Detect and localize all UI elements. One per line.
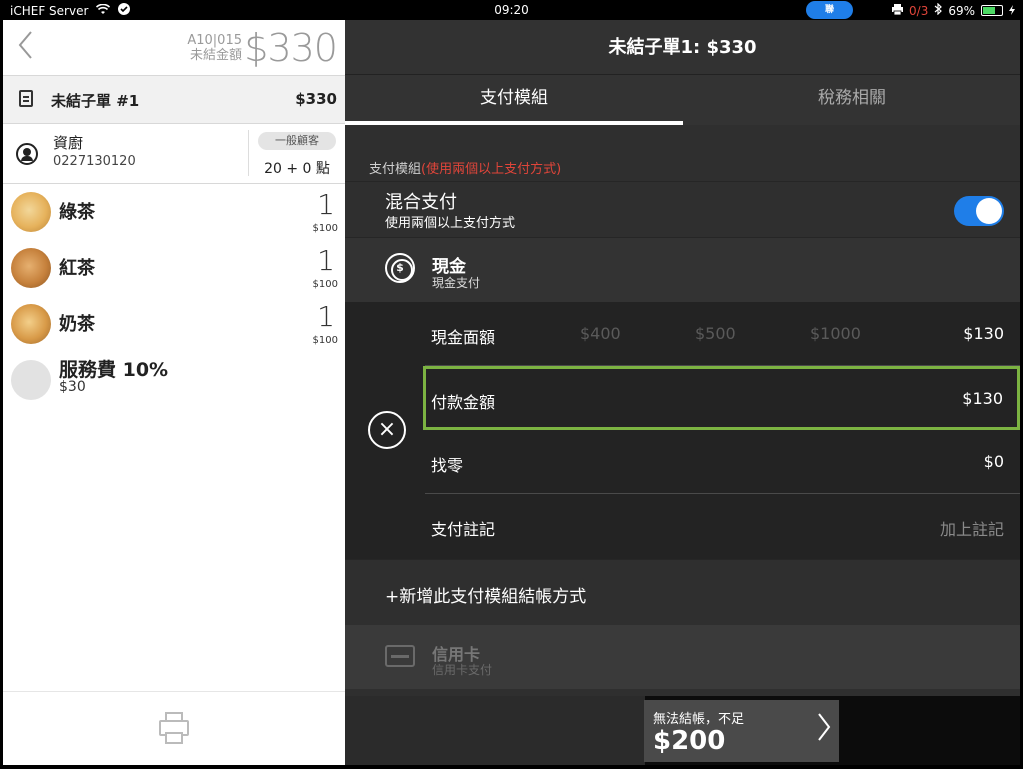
customer-name: 資廚 — [53, 134, 84, 152]
denomination-option[interactable]: $500 — [695, 324, 810, 343]
item-thumbnail — [11, 304, 51, 344]
item-price: $100 — [312, 223, 338, 234]
denomination-options: $400 $500 $1000 — [580, 324, 925, 343]
unpaid-label: 未結金額 — [189, 48, 242, 63]
payment-title: 未結子單1: $330 — [345, 20, 1020, 75]
add-payment-method-button[interactable]: +新增此支付模組結帳方式 — [345, 559, 1020, 625]
status-bar: iCHEF Server 09:20 聯 0/3 69% — [0, 0, 1023, 20]
back-chevron-icon[interactable] — [17, 30, 33, 68]
cash-coin-glyph: $ — [396, 261, 404, 274]
item-qty: 1 — [317, 244, 335, 277]
cash-details: 現金面額 $400 $500 $1000 $130 付款金額 $130 × 找零… — [345, 302, 1020, 559]
cash-method-header[interactable]: $ 現金 現金支付 — [345, 238, 1020, 302]
pay-amount-label: 付款金額 — [431, 393, 496, 412]
battery-icon — [981, 5, 1003, 16]
clock: 09:20 — [494, 3, 529, 17]
payment-panel: 未結子單1: $330 支付模組 稅務相關 支付模組(使用兩個以上支付方式) 混… — [345, 20, 1020, 765]
item-thumbnail — [11, 248, 51, 288]
credit-card-subtitle: 信用卡支付 — [432, 663, 493, 677]
mixed-payment-toggle[interactable] — [954, 196, 1004, 226]
bluetooth-icon — [934, 2, 943, 18]
item-name: 奶茶 — [59, 314, 95, 335]
cash-coin-icon: $ — [385, 253, 415, 283]
list-item[interactable]: 綠茶 1 $100 — [3, 184, 345, 240]
cash-subtitle: 現金支付 — [432, 276, 481, 290]
sub-bill-amount: $330 — [295, 90, 337, 108]
printer-count: 0/3 — [909, 3, 929, 18]
item-thumbnail — [11, 192, 51, 232]
tab-tax[interactable]: 稅務相關 — [683, 75, 1021, 125]
connection-pill[interactable]: 聯 — [806, 1, 853, 19]
list-item[interactable]: 奶茶 1 $100 — [3, 296, 345, 352]
battery-percent: 69% — [948, 3, 975, 18]
mixed-payment-row: 混合支付 使用兩個以上支付方式 — [345, 181, 1020, 238]
remove-cash-icon[interactable]: × — [368, 411, 406, 449]
denomination-value[interactable]: $130 — [963, 324, 1004, 343]
service-fee-amount: $30 — [59, 379, 86, 395]
order-footer — [3, 691, 345, 765]
order-panel: A10|015 未結金額 $330 未結子單 #1 $330 資廚 022713… — [3, 20, 345, 765]
customer-avatar-icon — [16, 143, 38, 165]
item-price: $100 — [312, 335, 338, 346]
section-title: 支付模組 — [369, 162, 422, 177]
change-label: 找零 — [431, 456, 464, 475]
customer-row[interactable]: 資廚 0227130120 一般顧客 20 + 0 點 — [3, 124, 345, 184]
mixed-payment-title: 混合支付 — [385, 192, 457, 213]
item-price: $100 — [312, 279, 338, 290]
pay-amount-value[interactable]: $130 — [962, 389, 1003, 408]
credit-card-method[interactable]: 信用卡 信用卡支付 — [345, 625, 1020, 689]
payment-tabs: 支付模組 稅務相關 — [345, 75, 1020, 125]
divider — [248, 130, 249, 176]
printer-icon[interactable] — [159, 712, 189, 744]
service-fee-thumbnail — [11, 360, 51, 400]
checkout-button[interactable]: 無法結帳，不足 $200 — [644, 700, 839, 762]
table-number: A10|015 — [187, 33, 242, 48]
item-name: 綠茶 — [59, 202, 95, 223]
mixed-payment-subtitle: 使用兩個以上支付方式 — [385, 216, 516, 231]
add-payment-method-label: +新增此支付模組結帳方式 — [385, 587, 587, 607]
item-qty: 1 — [317, 300, 335, 333]
tab-payment-module[interactable]: 支付模組 — [345, 75, 683, 125]
denomination-option[interactable]: $400 — [580, 324, 695, 343]
item-qty: 1 — [317, 188, 335, 221]
order-header: A10|015 未結金額 $330 — [3, 20, 345, 76]
table-info: A10|015 未結金額 — [176, 33, 242, 63]
section-warning: (使用兩個以上支付方式) — [421, 162, 562, 177]
sub-bill-title: 未結子單 #1 — [51, 92, 140, 110]
app-root: iCHEF Server 09:20 聯 0/3 69% A10|015 未結金… — [0, 0, 1023, 769]
pay-amount-field[interactable]: 付款金額 $130 — [423, 366, 1020, 430]
charging-icon — [1009, 4, 1015, 18]
change-row: 找零 $0 — [425, 430, 1020, 494]
payment-footer: 無法結帳，不足 $200 — [345, 696, 1020, 765]
service-fee-name: 服務費 10% — [59, 359, 169, 381]
denomination-option[interactable]: $1000 — [810, 324, 925, 343]
change-value: $0 — [983, 452, 1004, 471]
list-item[interactable]: 紅茶 1 $100 — [3, 240, 345, 296]
printer-status-icon — [892, 3, 904, 18]
customer-phone: 0227130120 — [53, 154, 136, 169]
unpaid-amount: $330 — [244, 26, 338, 70]
checkout-label: 無法結帳，不足 — [653, 712, 745, 727]
denomination-label: 現金面額 — [431, 328, 496, 347]
customer-points: 20 + 0 點 — [264, 161, 330, 177]
sub-bill-row[interactable]: 未結子單 #1 $330 — [3, 76, 345, 124]
denomination-row: 現金面額 $400 $500 $1000 $130 — [425, 302, 1020, 366]
customer-type-badge: 一般顧客 — [258, 132, 336, 150]
payment-note-label: 支付註記 — [431, 520, 496, 539]
section-label: 支付模組(使用兩個以上支付方式) — [369, 158, 561, 177]
checkout-amount: $200 — [653, 726, 726, 756]
document-icon — [19, 90, 33, 107]
item-list: 綠茶 1 $100 紅茶 1 $100 奶茶 1 $100 服務費 10% $3… — [3, 184, 345, 408]
payment-note-input[interactable]: 加上註記 — [940, 516, 1004, 540]
item-name: 紅茶 — [59, 258, 95, 279]
payment-note-row[interactable]: 支付註記 加上註記 — [425, 494, 1020, 558]
chevron-right-icon — [817, 712, 831, 749]
service-fee-row[interactable]: 服務費 10% $30 — [3, 352, 345, 408]
credit-card-icon — [385, 645, 415, 667]
